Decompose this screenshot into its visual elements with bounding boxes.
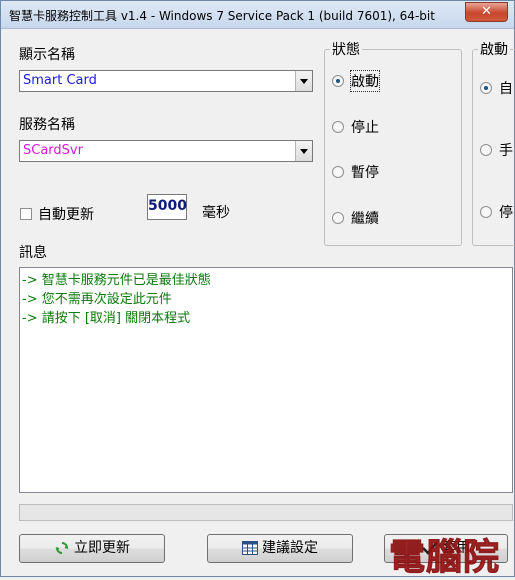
service-name-label: 服務名稱 (19, 117, 75, 133)
table-icon (242, 541, 258, 555)
startup-manual-radio[interactable] (480, 144, 492, 156)
status-pause-radio[interactable] (332, 166, 344, 178)
refresh-now-label: 立即更新 (74, 540, 130, 556)
startup-auto-radio[interactable] (480, 82, 492, 94)
startup-disabled-label[interactable]: 停 (499, 202, 513, 222)
status-continue-label[interactable]: 繼續 (351, 208, 379, 228)
status-stop-radio[interactable] (332, 121, 344, 133)
recommended-settings-label: 建議設定 (262, 540, 318, 556)
main-window: 智慧卡服務控制工具 v1.4 - Windows 7 Service Pack … (0, 0, 515, 580)
refresh-interval-input[interactable]: 5000 (147, 194, 187, 220)
status-stop-label[interactable]: 停止 (351, 117, 379, 137)
progress-bar (19, 504, 513, 521)
status-continue-radio[interactable] (332, 212, 344, 224)
refresh-now-button[interactable]: 立即更新 (19, 534, 165, 563)
display-name-combo[interactable]: Smart Card (19, 70, 313, 92)
chevron-down-icon[interactable] (295, 71, 312, 91)
message-line: -> 請按下 [取消] 關閉本程式 (22, 311, 191, 326)
status-start-radio[interactable] (332, 75, 344, 87)
messages-label: 訊息 (19, 245, 47, 261)
service-name-combo[interactable]: SCardSvr (19, 140, 313, 162)
refresh-interval-value: 5000 (148, 198, 187, 214)
auto-refresh-checkbox[interactable] (20, 208, 32, 220)
refresh-icon (55, 542, 69, 554)
watermark-logo: 電腦院 (388, 528, 501, 580)
window-title: 智慧卡服務控制工具 v1.4 - Windows 7 Service Pack … (9, 9, 435, 23)
close-button[interactable]: ✕ (465, 2, 508, 22)
status-group-title: 狀態 (330, 39, 362, 59)
message-line: -> 智慧卡服務元件已是最佳狀態 (22, 273, 211, 288)
status-group (324, 49, 462, 246)
status-pause-label[interactable]: 暫停 (351, 162, 379, 182)
title-bar[interactable]: 智慧卡服務控制工具 v1.4 - Windows 7 Service Pack … (1, 1, 514, 29)
status-start-label[interactable]: 啟動 (350, 70, 380, 92)
chevron-down-icon[interactable] (295, 141, 312, 161)
auto-refresh-label: 自動更新 (38, 207, 94, 223)
service-name-value: SCardSvr (23, 143, 83, 158)
display-name-value: Smart Card (23, 73, 97, 88)
interval-unit-label: 毫秒 (202, 205, 230, 221)
close-icon: ✕ (481, 4, 492, 19)
messages-textarea[interactable]: -> 智慧卡服務元件已是最佳狀態 -> 您不需再次設定此元件 -> 請按下 [取… (19, 267, 513, 493)
recommended-settings-button[interactable]: 建議設定 (207, 534, 353, 563)
startup-manual-label[interactable]: 手 (499, 140, 513, 160)
startup-auto-label[interactable]: 自 (499, 78, 513, 98)
display-name-label: 顯示名稱 (19, 47, 75, 63)
startup-disabled-radio[interactable] (480, 206, 492, 218)
startup-group-title: 啟動 (478, 39, 510, 59)
message-line: -> 您不需再次設定此元件 (22, 292, 172, 307)
watermark-text: 電腦院 (388, 537, 501, 579)
